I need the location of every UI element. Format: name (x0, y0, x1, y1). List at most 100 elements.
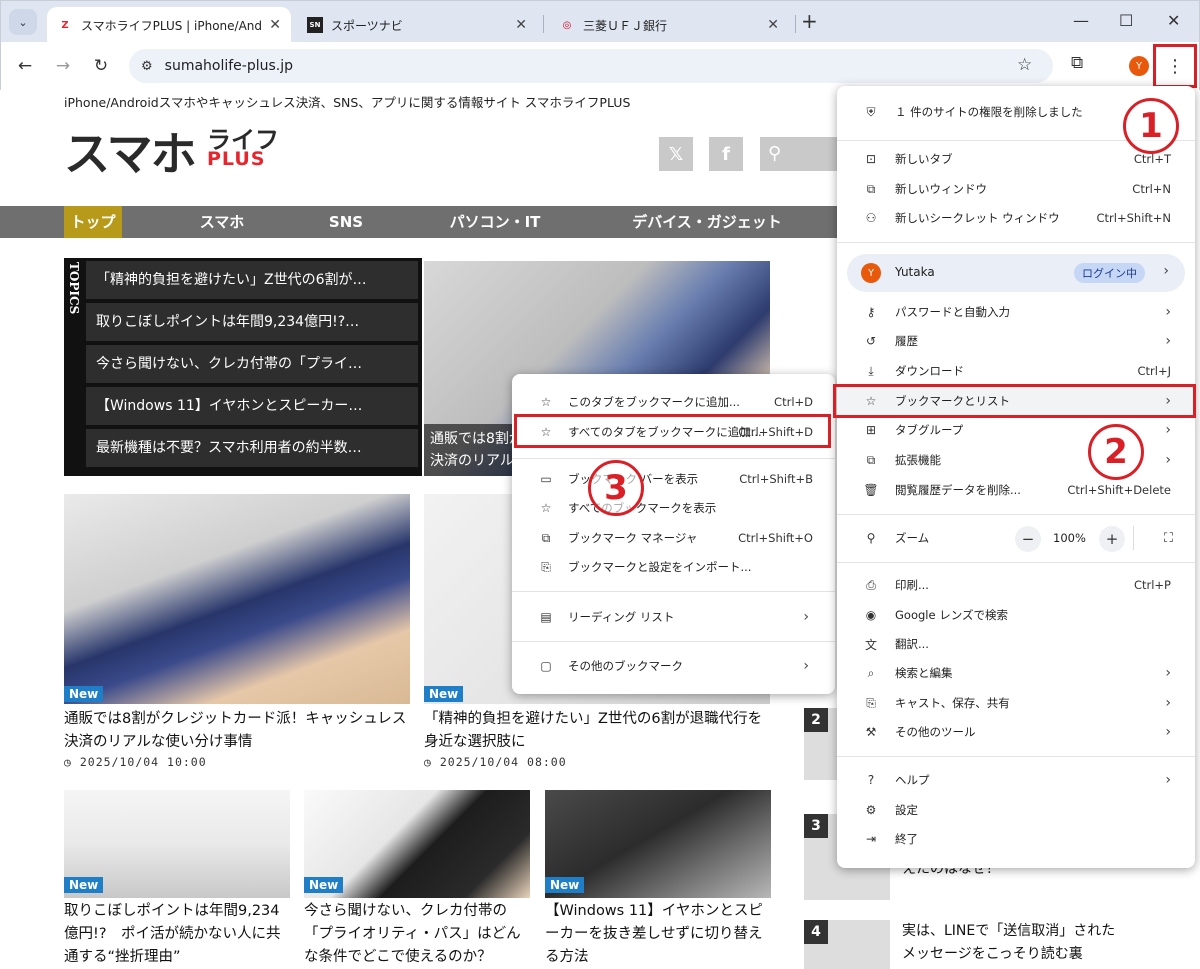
article-title[interactable]: 今さら聞けない、クレカ付帯の「プライオリティ・パス」はどんな条件でどこで使えるの… (304, 900, 534, 969)
close-window-icon[interactable]: ✕ (1167, 11, 1180, 30)
menu-incognito[interactable]: ⚇ 新しいシークレット ウィンドウ Ctrl+Shift+N (837, 204, 1195, 232)
menu-separator (837, 562, 1195, 563)
menu-bookmarks[interactable]: ☆ ブックマークとリスト › (837, 387, 1195, 415)
menu-separator (837, 756, 1195, 757)
close-tab-icon[interactable]: ✕ (767, 17, 779, 33)
menu-passwords[interactable]: ⚷ パスワードと自動入力 › (837, 298, 1195, 326)
tab-search-button[interactable]: ⌄ (9, 9, 37, 35)
bookmark-this-tab[interactable]: ☆ このタブをブックマークに追加... Ctrl+D (512, 388, 835, 416)
topic-item[interactable]: 今さら聞けない、クレカ付帯の「プライ… (86, 345, 418, 383)
forward-button[interactable]: → (49, 52, 77, 80)
ranking-title[interactable]: 実は、LINEで「送信取消」されたメッセージをこっそり読む裏 (902, 920, 1122, 966)
menu-print[interactable]: ⎙ 印刷... Ctrl+P (837, 571, 1195, 599)
ranking-number: 3 (804, 814, 828, 838)
menu-settings[interactable]: ⚙ 設定 (837, 796, 1195, 824)
profile-avatar: Y (861, 263, 881, 283)
topic-item[interactable]: 【Windows 11】イヤホンとスピーカー… (86, 387, 418, 425)
tab-mufg[interactable]: ◎ 三菱ＵＦＪ銀行 ✕ (549, 7, 789, 43)
bookmark-star-icon[interactable]: ☆ (1017, 55, 1032, 75)
profile-avatar[interactable]: Y (1129, 56, 1149, 76)
history-icon: ↺ (865, 334, 877, 348)
zoom-out-button[interactable]: − (1015, 526, 1041, 552)
menu-more-tools[interactable]: ⚒ その他のツール › (837, 718, 1195, 746)
article-title[interactable]: 「精神的負担を避けたい」Z世代の6割が退職代行を身近な選択肢に (424, 708, 774, 754)
fullscreen-icon[interactable]: ⛶ (1164, 531, 1173, 546)
maximize-icon[interactable]: ☐ (1119, 11, 1133, 30)
chevron-right-icon: › (1165, 393, 1171, 409)
back-button[interactable]: ← (11, 52, 39, 80)
import-bookmarks[interactable]: ⎘ ブックマークと設定をインポート... (512, 553, 835, 581)
topic-item[interactable]: 取りこぼしポイントは年間9,234億円!?… (86, 303, 418, 341)
puzzle-icon: ⧉ (866, 452, 876, 467)
article-image[interactable] (64, 494, 410, 704)
site-nav: トップ スマホ SNS パソコン・IT デバイス・ガジェット (0, 206, 840, 238)
menu-find-edit[interactable]: ⌕ 検索と編集 › (837, 659, 1195, 687)
tab-divider (795, 15, 796, 33)
tab-sportsnavi[interactable]: SN スポーツナビ ✕ (297, 7, 537, 43)
chevron-down-icon: ⌄ (18, 15, 28, 29)
shield-icon: ⛨ (866, 104, 876, 119)
site-info-icon[interactable]: ⚙ (141, 59, 153, 74)
nav-smartphone[interactable]: スマホ (182, 206, 262, 238)
menu-translate[interactable]: 文 翻訳... (837, 630, 1195, 658)
article-title[interactable]: 【Windows 11】イヤホンとスピーカーを抜き差しせずに切り替える方法 (545, 900, 773, 969)
address-bar[interactable]: ⚙ sumaholife-plus.jp (129, 49, 1053, 83)
site-search-button[interactable]: ⚲ (760, 137, 840, 171)
cast-icon: ⎘ (866, 695, 876, 710)
exit-icon: ⇥ (865, 832, 877, 846)
chevron-right-icon: › (1165, 695, 1171, 711)
topic-item[interactable]: 「精神的負担を避けたい」Z世代の6割が… (86, 261, 418, 299)
other-bookmarks[interactable]: ▢ その他のブックマーク › (512, 652, 835, 680)
topic-item[interactable]: 最新機種は不要？スマホ利用者の約半数… (86, 429, 418, 467)
chrome-menu-button[interactable]: ⋮ (1153, 44, 1197, 88)
search-icon: ⚲ (768, 143, 782, 164)
menu-new-window[interactable]: ⧉ 新しいウィンドウ Ctrl+N (837, 175, 1195, 203)
menu-history[interactable]: ↺ 履歴 › (837, 327, 1195, 355)
profile-row[interactable]: Y Yutaka ログイン中 › (847, 254, 1185, 292)
new-badge: New (545, 877, 585, 893)
menu-exit[interactable]: ⇥ 終了 (837, 825, 1195, 853)
show-bookmark-bar[interactable]: ▭ ブックマーク バーを表示 Ctrl+Shift+B (512, 465, 835, 493)
translate-icon: 文 (864, 637, 877, 652)
x-twitter-icon[interactable]: 𝕏 (659, 137, 693, 171)
minimize-icon[interactable]: — (1073, 11, 1089, 30)
nav-top[interactable]: トップ (64, 206, 122, 238)
zoom-in-button[interactable]: + (1099, 526, 1125, 552)
ranking-thumb[interactable]: 4 (804, 920, 890, 969)
zoom-divider (1133, 526, 1134, 550)
step-2-badge: 2 (1088, 424, 1144, 480)
find-icon: ⌕ (867, 665, 875, 680)
site-logo[interactable]: スマホ (64, 118, 197, 184)
menu-clear-data[interactable]: 🗑 閲覧履歴データを削除... Ctrl+Shift+Delete (837, 476, 1195, 504)
nav-pc-it[interactable]: パソコン・IT (430, 206, 560, 238)
article-title[interactable]: 取りこぼしポイントは年間9,234億円!? ポイ活が続かない人に共通する“挫折理… (64, 900, 292, 969)
menu-cast-save-share[interactable]: ⎘ キャスト、保存、共有 › (837, 689, 1195, 717)
chevron-right-icon: › (1165, 452, 1171, 468)
folder-link-icon: ⧉ (541, 530, 551, 545)
show-all-bookmarks[interactable]: ☆ すべてのブックマークを表示 (512, 494, 835, 522)
zoom-icon: ⚲ (866, 531, 876, 545)
tab-groups-icon: ⊞ (865, 423, 877, 437)
menu-downloads[interactable]: ⤓ ダウンロード Ctrl+J (837, 357, 1195, 385)
nav-sns[interactable]: SNS (306, 206, 386, 238)
facebook-icon[interactable]: f (709, 137, 743, 171)
print-icon: ⎙ (866, 577, 876, 592)
menu-help[interactable]: ? ヘルプ › (837, 766, 1195, 794)
menu-google-lens[interactable]: ◉ Google レンズで検索 (837, 601, 1195, 629)
article-title[interactable]: 通販では8割がクレジットカード派！キャッシュレス決済のリアルな使い分け事情 (64, 708, 414, 754)
nav-devices[interactable]: デバイス・ガジェット (612, 206, 802, 238)
extensions-icon[interactable]: ⧉ (1071, 53, 1083, 73)
close-tab-icon[interactable]: ✕ (269, 17, 281, 33)
new-badge: New (64, 686, 104, 702)
download-icon: ⤓ (868, 363, 874, 378)
bookmark-manager[interactable]: ⧉ ブックマーク マネージャ Ctrl+Shift+O (512, 524, 835, 552)
zoom-level: 100% (1053, 531, 1086, 545)
new-tab-button[interactable]: + (801, 9, 818, 33)
bookmark-all-tabs[interactable]: ☆ すべてのタブをブックマークに追加... Ctrl+Shift+D (512, 418, 835, 446)
signed-in-badge: ログイン中 (1074, 263, 1145, 283)
reading-list[interactable]: ▤ リーディング リスト › (512, 603, 835, 631)
close-tab-icon[interactable]: ✕ (515, 17, 527, 33)
reload-button[interactable]: ↻ (87, 52, 115, 80)
tab-sumaholife[interactable]: Z スマホライフPLUS | iPhone/Andro ✕ (47, 7, 291, 43)
arrow-left-icon: ← (17, 56, 33, 76)
